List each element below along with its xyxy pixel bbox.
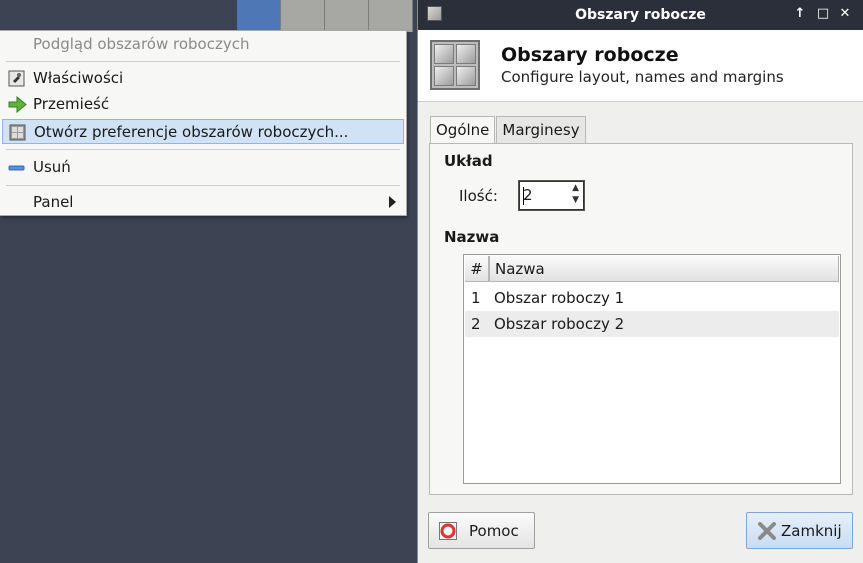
menu-item-label: Panel xyxy=(33,193,74,211)
menu-item-move[interactable]: Przemieść xyxy=(2,92,404,117)
row-name[interactable]: Obszar roboczy 1 xyxy=(494,289,624,307)
properties-icon xyxy=(8,70,25,87)
close-button[interactable]: Zamknij xyxy=(746,512,853,549)
table-row[interactable]: 2 Obszar roboczy 2 xyxy=(465,311,839,337)
count-label: Ilość: xyxy=(459,187,498,205)
workspace-names-list[interactable]: # Nazwa 1 Obszar roboczy 1 2 Obszar robo… xyxy=(463,254,841,484)
window-titlebar[interactable]: Obszary robocze ↑ □ ✕ xyxy=(418,0,863,30)
menu-item-remove[interactable]: Usuń xyxy=(2,155,404,180)
workspace-4[interactable] xyxy=(369,0,413,32)
workspace-pager[interactable] xyxy=(237,0,413,32)
menu-item-properties[interactable]: Właściwości xyxy=(2,66,404,91)
tab-bar: Ogólne Marginesy xyxy=(430,116,587,145)
close-window-icon[interactable]: ✕ xyxy=(838,6,852,22)
layout-section-title: Układ xyxy=(444,152,493,170)
dialog-subheading: Configure layout, names and margins xyxy=(501,68,784,86)
dialog-header: Obszary robocze Configure layout, names … xyxy=(418,30,863,102)
menu-item-open-preferences[interactable]: Otwórz preferencje obszarów roboczych... xyxy=(2,119,404,144)
menu-separator xyxy=(6,185,400,186)
workspaces-icon xyxy=(9,124,26,141)
close-x-icon xyxy=(757,522,776,540)
workspace-1[interactable] xyxy=(237,0,281,32)
keep-above-icon[interactable]: ↑ xyxy=(793,6,807,22)
workspace-2[interactable] xyxy=(281,0,325,32)
name-section-title: Nazwa xyxy=(444,228,500,246)
spin-down-icon[interactable]: ▼ xyxy=(572,195,579,205)
help-button[interactable]: Pomoc xyxy=(428,512,535,549)
column-header-number[interactable]: # xyxy=(465,256,489,281)
menu-item-label: Właściwości xyxy=(33,69,124,87)
table-row[interactable]: 1 Obszar roboczy 1 xyxy=(465,285,839,311)
column-header-name[interactable]: Nazwa xyxy=(489,256,839,281)
workspaces-large-icon xyxy=(430,40,480,90)
move-arrow-icon xyxy=(8,95,27,114)
help-button-label: Pomoc xyxy=(469,522,519,540)
menu-separator xyxy=(6,149,400,150)
workspace-count-spinbox[interactable]: 2 ▲ ▼ xyxy=(518,180,585,211)
spin-up-icon[interactable]: ▲ xyxy=(572,183,579,193)
close-button-label: Zamknij xyxy=(781,522,842,540)
menu-separator xyxy=(6,61,400,62)
menu-item-panel[interactable]: Panel xyxy=(2,190,404,215)
submenu-arrow-icon xyxy=(389,196,396,208)
row-name[interactable]: Obszar roboczy 2 xyxy=(494,315,624,333)
dialog-heading: Obszary robocze xyxy=(501,44,679,66)
remove-icon xyxy=(8,159,25,176)
workspaces-dialog: Obszary robocze ↑ □ ✕ Obszary robocze Co… xyxy=(417,0,863,563)
tab-panel-general: Układ Ilość: 2 ▲ ▼ Nazwa # Nazwa 1 Obsza… xyxy=(429,143,853,495)
help-lifebuoy-icon xyxy=(439,522,457,540)
list-header: # Nazwa xyxy=(465,256,839,282)
menu-item-label: Otwórz preferencje obszarów roboczych... xyxy=(34,123,349,141)
workspace-count-value: 2 xyxy=(523,186,533,204)
menu-title: Podgląd obszarów roboczych xyxy=(33,35,250,53)
context-menu: Podgląd obszarów roboczych Właściwości P… xyxy=(0,30,407,216)
workspace-3[interactable] xyxy=(325,0,369,32)
tab-general[interactable]: Ogólne xyxy=(430,116,496,145)
row-number: 1 xyxy=(471,289,481,307)
tab-margins[interactable]: Marginesy xyxy=(496,116,586,144)
maximize-icon[interactable]: □ xyxy=(816,6,830,22)
row-number: 2 xyxy=(471,315,481,333)
menu-item-label: Usuń xyxy=(33,158,71,176)
menu-item-label: Przemieść xyxy=(33,95,110,113)
